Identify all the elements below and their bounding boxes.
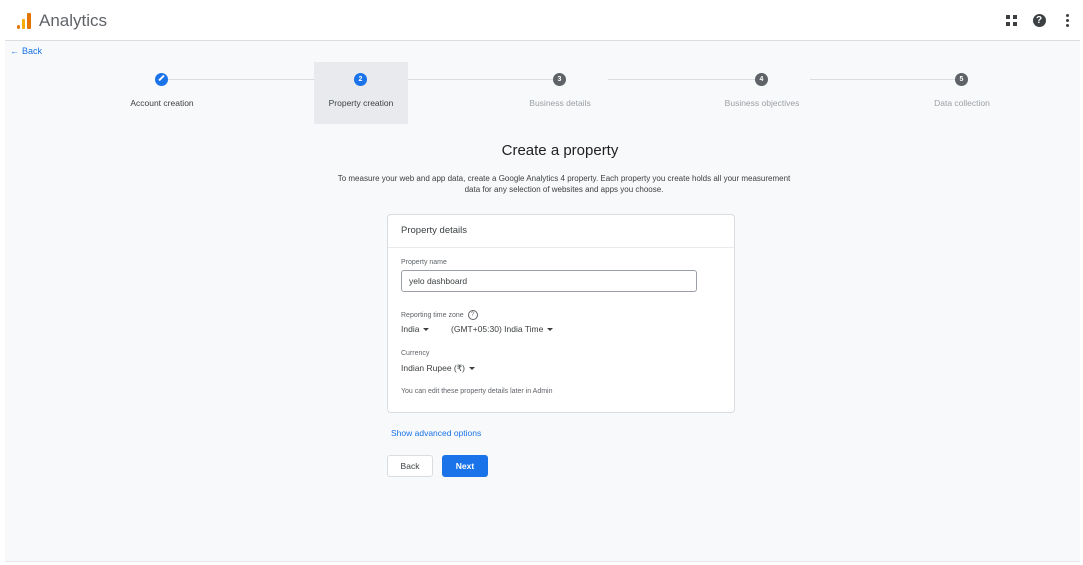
apps-grid-icon[interactable]: [998, 10, 1024, 30]
arrow-left-icon: ←: [10, 46, 19, 56]
property-details-card: Property details Property name Reporting…: [387, 214, 735, 413]
caret-down-icon: [547, 328, 554, 332]
timezone-country-value: India: [401, 324, 420, 334]
property-name-label: Property name: [401, 259, 447, 266]
step-number: 3: [553, 73, 566, 86]
help-icon[interactable]: ?: [467, 310, 478, 320]
timezone-value: (GMT+05:30) India Time: [451, 324, 544, 334]
app-frame: Analytics ? ← Back Account creation 2 Pro…: [5, 0, 1080, 562]
analytics-logo-icon: [17, 13, 31, 29]
timezone-label: Reporting time zone?: [401, 310, 478, 320]
edit-later-hint: You can edit these property details late…: [401, 388, 553, 395]
step-label: Business objectives: [724, 98, 800, 108]
back-button[interactable]: Back: [387, 455, 433, 477]
next-button[interactable]: Next: [442, 455, 488, 477]
timezone-country-select[interactable]: India: [401, 324, 430, 334]
caret-down-icon: [423, 328, 430, 332]
step-data-collection: 5 Data collection: [915, 62, 1009, 124]
currency-label: Currency: [401, 350, 430, 357]
page-title: Create a property: [501, 142, 619, 159]
show-advanced-options-link[interactable]: Show advanced options: [391, 428, 481, 438]
top-bar: Analytics ?: [5, 0, 1080, 41]
card-heading: Property details: [388, 215, 734, 248]
property-name-input[interactable]: [401, 270, 697, 292]
step-label: Account creation: [130, 98, 194, 108]
page-description: To measure your web and app data, create…: [337, 174, 791, 194]
setup-stepper: Account creation 2 Property creation 3 B…: [5, 62, 1080, 124]
step-business-objectives: 4 Business objectives: [715, 62, 809, 124]
step-property-creation[interactable]: 2 Property creation: [314, 62, 408, 124]
step-number: 4: [755, 73, 768, 86]
step-business-details: 3 Business details: [513, 62, 607, 124]
step-number: 5: [955, 73, 968, 86]
currency-value: Indian Rupee (₹): [401, 363, 465, 373]
timezone-select[interactable]: (GMT+05:30) India Time: [451, 324, 554, 334]
app-title: Analytics: [39, 11, 108, 30]
currency-select[interactable]: Indian Rupee (₹): [401, 363, 475, 374]
timezone-label-text: Reporting time zone: [401, 311, 464, 319]
step-label: Property creation: [328, 98, 394, 108]
back-link[interactable]: ← Back: [10, 46, 42, 56]
caret-down-icon: [469, 367, 475, 371]
pencil-icon: [155, 73, 168, 86]
step-account-creation[interactable]: Account creation: [115, 62, 209, 124]
step-number: 2: [354, 73, 367, 86]
step-label: Data collection: [934, 98, 990, 108]
back-link-label: Back: [22, 46, 43, 56]
help-icon[interactable]: ?: [1026, 10, 1052, 30]
step-label: Business details: [529, 98, 591, 108]
more-vert-icon[interactable]: [1054, 10, 1080, 30]
